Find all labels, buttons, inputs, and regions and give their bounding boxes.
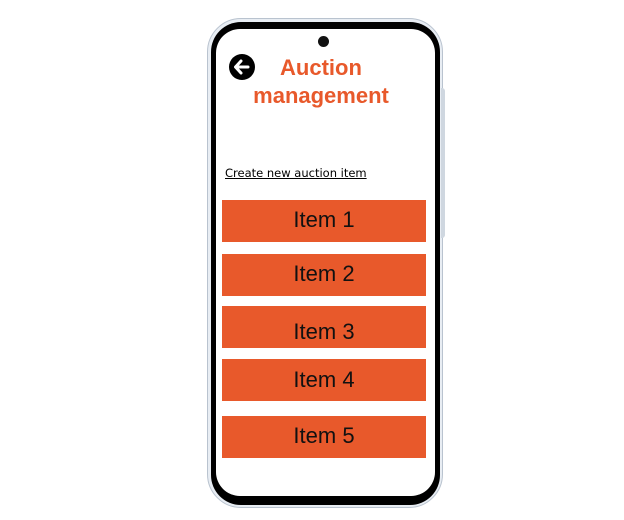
- item-button-3[interactable]: Item 3: [222, 306, 426, 348]
- item-button-1[interactable]: Item 1: [222, 200, 426, 242]
- page-title-line1: Auction: [280, 55, 362, 80]
- page-title-line2: management: [253, 83, 389, 108]
- front-camera: [318, 36, 329, 47]
- item-button-2[interactable]: Item 2: [222, 254, 426, 296]
- app-canvas: Auction management Create new auction it…: [0, 0, 624, 520]
- phone-side-button: [441, 88, 445, 238]
- page-title: Auction management: [240, 54, 402, 110]
- create-auction-item-link[interactable]: Create new auction item: [225, 166, 367, 180]
- item-button-5[interactable]: Item 5: [222, 416, 426, 458]
- item-button-4[interactable]: Item 4: [222, 359, 426, 401]
